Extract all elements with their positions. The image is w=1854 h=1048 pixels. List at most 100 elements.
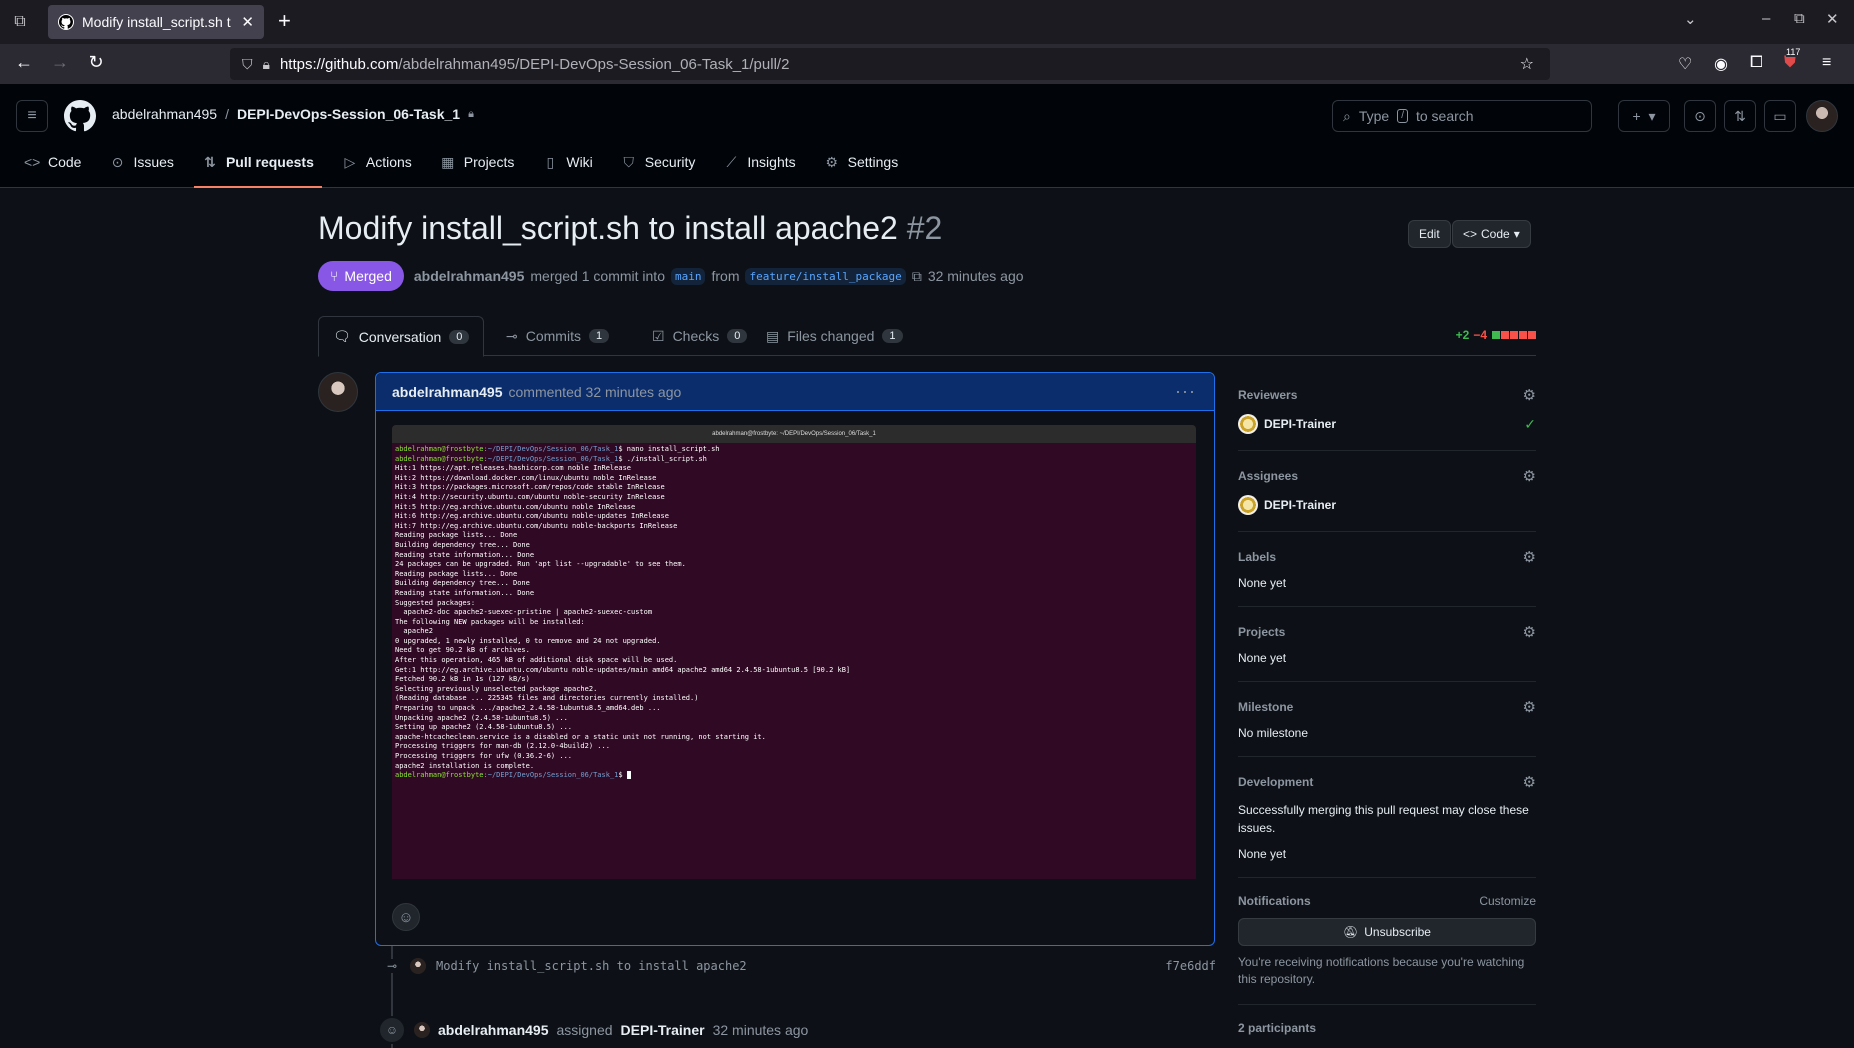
breadcrumb-separator: / [225, 106, 229, 122]
issues-icon[interactable]: ⊙ [1684, 100, 1716, 132]
pocket-icon[interactable]: ♡ [1678, 54, 1692, 74]
terminal-line: The following NEW packages will be insta… [395, 617, 585, 626]
new-tab-icon[interactable]: + [278, 10, 291, 32]
terminal-line: Preparing to unpack .../apache2_2.4.58-1… [395, 704, 661, 713]
add-reaction-icon[interactable]: ☺ [392, 903, 420, 931]
repo-nav-projects[interactable]: ▦ Projects [432, 144, 523, 180]
extensions-icon[interactable]: ⧠ [1750, 54, 1763, 72]
back-icon[interactable]: ← [12, 52, 36, 73]
terminal-line: Hit:1 https://apt.releases.hashicorp.com… [395, 464, 632, 473]
owner-link[interactable]: abdelrahman495 [112, 106, 217, 122]
files-changed-count: 1 [882, 329, 903, 343]
tab-conversation[interactable]: 🗨︎ Conversation 0 [318, 316, 485, 357]
copy-icon[interactable]: ⧉ [912, 268, 922, 285]
merge-icon: ⑂ [330, 268, 339, 284]
projects-value: None yet [1238, 651, 1287, 665]
timeline-assign-event: ☺ abdelrahman495 assigned DEPI-Trainer 3… [378, 1016, 808, 1044]
commit-message-link[interactable]: Modify install_script.sh to install apac… [436, 959, 747, 973]
reviewers-gear-icon[interactable]: ⚙ [1523, 386, 1536, 404]
forward-icon[interactable]: → [48, 52, 72, 73]
head-branch[interactable]: feature/install_package [745, 267, 906, 285]
labels-gear-icon[interactable]: ⚙ [1523, 548, 1536, 566]
tab-commits[interactable]: ⊸ Commits 1 [492, 316, 623, 356]
tab-checks[interactable]: ☑ Checks 0 [638, 316, 761, 356]
account-icon[interactable]: ◉ [1714, 54, 1728, 74]
menu-icon[interactable]: ≡ [1822, 54, 1831, 72]
kebab-menu-icon[interactable]: ··· [1175, 381, 1196, 402]
comment-author-link[interactable]: abdelrahman495 [392, 384, 503, 400]
close-tab-icon[interactable]: ✕ [241, 13, 254, 31]
milestone-value: No milestone [1238, 726, 1309, 740]
pull-requests-icon[interactable]: ⇅ [1724, 100, 1756, 132]
terminal-line: Processing triggers for man-db (2.12.0-4… [395, 742, 610, 751]
repo-link[interactable]: DEPI-DevOps-Session_06-Task_1 [237, 106, 460, 122]
bookmark-star-icon[interactable]: ☆ [1520, 54, 1534, 74]
bell-slash-icon: 🔕︎ [1343, 925, 1359, 939]
code-dropdown-button[interactable]: <> Code ▾ [1452, 220, 1531, 248]
terminal-line: Hit:6 http://eg.archive.ubuntu.com/ubunt… [395, 512, 669, 521]
reviewers-label: Reviewers [1238, 388, 1298, 402]
conversation-count: 0 [449, 329, 470, 344]
assignee-link[interactable]: DEPI-Trainer [621, 1022, 705, 1038]
projects-gear-icon[interactable]: ⚙ [1523, 623, 1536, 641]
window-close-icon[interactable]: ✕ [1826, 10, 1839, 28]
pr-author-link[interactable]: abdelrahman495 [414, 268, 525, 284]
restore-icon[interactable]: ⧉ [1794, 10, 1805, 27]
assignees-gear-icon[interactable]: ⚙ [1523, 467, 1536, 485]
development-gear-icon[interactable]: ⚙ [1523, 773, 1536, 791]
repo-nav-issues[interactable]: ⊙ Issues [101, 144, 181, 180]
comment-author-avatar[interactable] [318, 372, 358, 412]
url-bar[interactable]: ⛉ 🔒︎ https://github.com/abdelrahman495/D… [230, 48, 1550, 80]
inbox-icon[interactable]: ▭ [1764, 100, 1796, 132]
search-input[interactable]: ⌕ Type / to search [1332, 100, 1592, 132]
minimize-icon[interactable]: – [1762, 10, 1770, 27]
tab-files-changed[interactable]: ▤ Files changed 1 [752, 316, 917, 356]
create-new-button[interactable]: + ▾ [1618, 100, 1670, 132]
unsubscribe-button[interactable]: 🔕︎ Unsubscribe [1238, 918, 1536, 946]
commit-sha-link[interactable]: f7e6ddf [1165, 959, 1216, 973]
pr-title: Modify install_script.sh to install apac… [318, 210, 942, 247]
edit-title-button[interactable]: Edit [1408, 220, 1451, 248]
tab-title: Modify install_script.sh t [82, 14, 231, 30]
tab-list-icon[interactable]: ⧉ [8, 10, 32, 34]
browser-tabbar: ⧉ Modify install_script.sh t ✕ + ⌄ – ⧉ ✕ [0, 0, 1854, 44]
terminal-line: Hit:7 http://eg.archive.ubuntu.com/ubunt… [395, 521, 678, 530]
assign-actor-link[interactable]: abdelrahman495 [438, 1022, 549, 1038]
user-avatar[interactable] [1806, 100, 1838, 132]
browser-tab-active[interactable]: Modify install_script.sh t ✕ [48, 5, 264, 39]
repo-nav-pull-requests[interactable]: ⇅ Pull requests [193, 144, 322, 188]
assignee-item[interactable]: DEPI-Trainer [1238, 495, 1536, 515]
repo-nav-settings[interactable]: ⚙ Settings [816, 144, 907, 180]
terminal-line: Need to get 90.2 kB of archives. [395, 646, 530, 655]
assign-verb: assigned [556, 1022, 613, 1038]
hamburger-menu-icon[interactable]: ≡ [16, 100, 48, 132]
assignees-label: Assignees [1238, 469, 1299, 483]
commit-author-avatar[interactable] [410, 958, 426, 974]
list-all-tabs-icon[interactable]: ⌄ [1684, 10, 1697, 28]
base-branch[interactable]: main [670, 267, 706, 285]
repo-nav-actions[interactable]: ▷ Actions [334, 144, 420, 180]
terminal-line: Unpacking apache2 (2.4.58-1ubuntu8.5) ..… [395, 713, 568, 722]
diffstat: +2 −4 [1456, 328, 1536, 342]
book-icon: ▯ [546, 153, 555, 170]
github-logo-icon[interactable] [64, 100, 96, 132]
customize-link[interactable]: Customize [1479, 894, 1536, 908]
extension-badge: 117 [1786, 47, 1801, 57]
assign-actor-avatar[interactable] [414, 1022, 430, 1038]
repo-nav-code[interactable]: <> Code [16, 144, 89, 180]
terminal-line: apache2 [395, 627, 433, 636]
reload-icon[interactable]: ↻ [84, 52, 108, 73]
repo-nav-security[interactable]: ⛉ Security [613, 144, 704, 180]
commits-count: 1 [588, 329, 610, 343]
pr-meta: ⑂ Merged abdelrahman495 merged 1 commit i… [318, 261, 1024, 291]
terminal-line: Get:1 http://eg.archive.ubuntu.com/ubunt… [395, 665, 851, 674]
projects-label: Projects [1238, 625, 1286, 639]
terminal-line: Reading package lists... Done [395, 531, 518, 540]
terminal-line: Selecting previously unselected package … [395, 684, 598, 693]
repo-nav-insights[interactable]: ⟋ Insights [715, 144, 803, 180]
terminal-prompt-line: abdelrahman@frostbyte:~/DEPI/DevOps/Sess… [395, 454, 707, 463]
milestone-gear-icon[interactable]: ⚙ [1523, 698, 1536, 716]
repo-nav-wiki[interactable]: ▯ Wiki [534, 144, 600, 180]
reviewer-item[interactable]: DEPI-Trainer ✓ [1238, 414, 1536, 434]
pr-title-text: Modify install_script.sh to install apac… [318, 210, 898, 246]
